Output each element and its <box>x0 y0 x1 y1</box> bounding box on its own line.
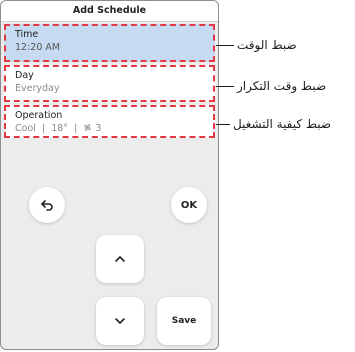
operation-callout-line <box>216 124 230 125</box>
time-row[interactable]: Time 12:20 AM <box>4 24 215 62</box>
up-button[interactable] <box>96 235 144 283</box>
day-label: Day <box>15 70 34 81</box>
back-button[interactable] <box>29 187 65 223</box>
chevron-down-icon <box>115 318 125 324</box>
fan-icon <box>84 124 92 131</box>
screen-title: Add Schedule <box>1 1 218 22</box>
operation-temperature: 18° <box>51 123 69 134</box>
down-button[interactable] <box>96 297 144 345</box>
time-value: 12:20 AM <box>15 42 61 53</box>
time-annotation: ضبط الوقت <box>237 38 297 52</box>
remote-screen: Add Schedule Time 12:20 AM Day Everyday … <box>0 0 219 350</box>
separator: | <box>38 123 49 134</box>
operation-fan-speed: 3 <box>95 123 102 134</box>
chevron-up-icon <box>115 256 125 262</box>
back-arrow-icon <box>41 200 53 211</box>
day-annotation: ضبط وقت التكرار <box>237 79 327 93</box>
operation-label: Operation <box>15 110 63 121</box>
save-button[interactable]: Save <box>157 297 211 345</box>
time-label: Time <box>15 29 39 40</box>
day-value: Everyday <box>15 83 60 94</box>
ok-button[interactable]: OK <box>171 187 207 223</box>
operation-value: Cool | 18° | 3 <box>15 122 204 135</box>
time-callout-line <box>216 45 234 46</box>
day-row[interactable]: Day Everyday <box>4 65 215 102</box>
operation-annotation: ضبط كيفية التشغيل <box>233 117 332 131</box>
operation-mode: Cool <box>15 123 36 134</box>
day-callout-line <box>216 86 234 87</box>
operation-row[interactable]: Operation Cool | 18° | 3 <box>4 105 215 138</box>
separator: | <box>71 123 81 134</box>
